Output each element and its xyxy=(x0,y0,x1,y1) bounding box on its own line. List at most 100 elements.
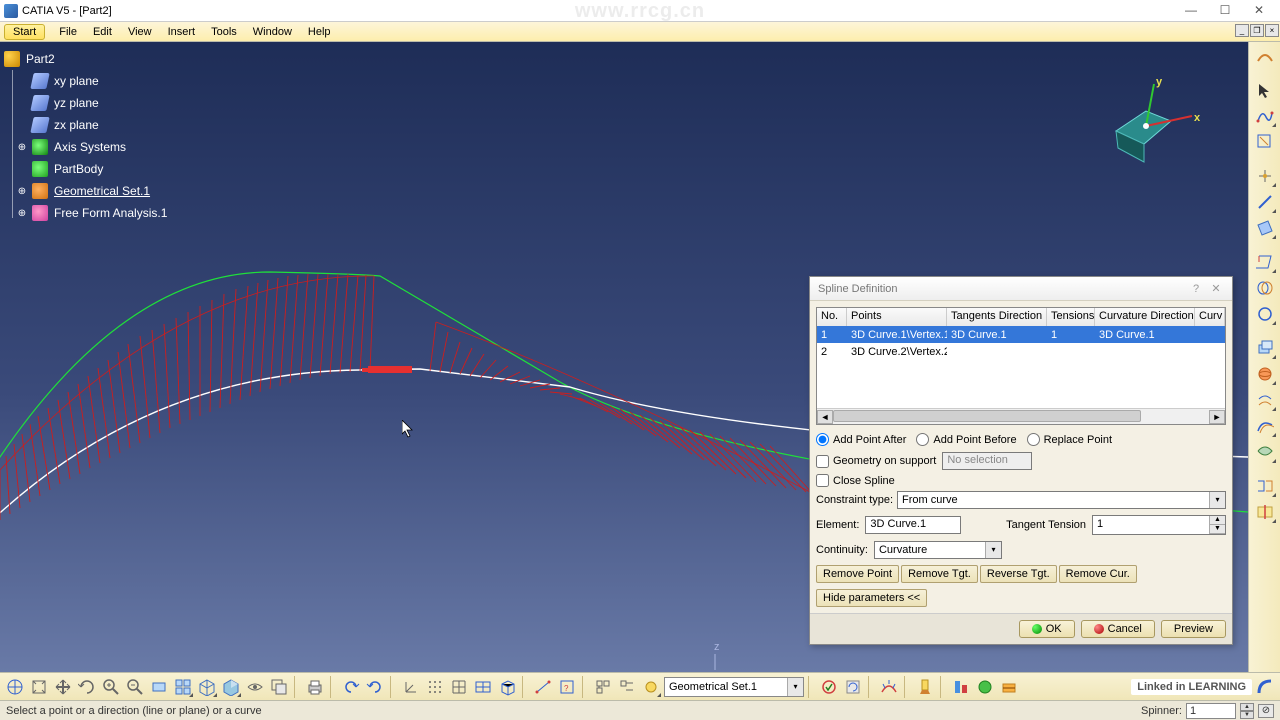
expand-icon[interactable]: ⊕ xyxy=(16,186,28,197)
shading-icon[interactable] xyxy=(220,676,242,698)
menu-tools[interactable]: Tools xyxy=(203,24,245,40)
sketch-tool-icon[interactable] xyxy=(1253,130,1277,154)
tree-expand-icon[interactable] xyxy=(592,676,614,698)
zoom-out-icon[interactable] xyxy=(124,676,146,698)
ok-button[interactable]: OK xyxy=(1019,620,1075,638)
mdi-close[interactable]: × xyxy=(1265,24,1279,37)
horizontal-scrollbar[interactable]: ◄ ► xyxy=(817,408,1225,424)
spin-down-icon[interactable]: ▼ xyxy=(1210,525,1225,534)
points-listbox[interactable]: No. Points Tangents Direction Tensions C… xyxy=(816,307,1226,425)
hide-show-icon[interactable] xyxy=(244,676,266,698)
geometry-on-support-checkbox[interactable]: Geometry on support xyxy=(816,455,936,468)
spin-up-icon[interactable]: ▲ xyxy=(1210,516,1225,525)
start-menu[interactable]: Start xyxy=(4,24,45,40)
analysis3-icon[interactable] xyxy=(998,676,1020,698)
swap-visible-icon[interactable] xyxy=(268,676,290,698)
close-spline-checkbox[interactable]: Close Spline xyxy=(816,474,895,487)
support-field[interactable]: No selection xyxy=(942,452,1032,470)
remove-point-button[interactable]: Remove Point xyxy=(816,565,899,583)
list-row[interactable]: 2 3D Curve.2\Vertex.2 xyxy=(817,343,1225,360)
analysis1-icon[interactable] xyxy=(950,676,972,698)
stop-icon[interactable]: ⊘ xyxy=(1258,704,1274,718)
list-row[interactable]: 1 3D Curve.1\Vertex.1 3D Curve.1 1 3D Cu… xyxy=(817,326,1225,343)
redo-icon[interactable] xyxy=(364,676,386,698)
axis-icon[interactable] xyxy=(400,676,422,698)
spin-down-icon[interactable]: ▼ xyxy=(1240,711,1254,719)
chevron-down-icon[interactable]: ▾ xyxy=(1209,492,1225,508)
measure-between-icon[interactable] xyxy=(532,676,554,698)
fill-tool-icon[interactable] xyxy=(1253,440,1277,464)
remove-tgt-button[interactable]: Remove Tgt. xyxy=(901,565,978,583)
mdi-restore[interactable]: ❐ xyxy=(1250,24,1264,37)
iso-view-icon[interactable] xyxy=(196,676,218,698)
spline-tool-icon[interactable] xyxy=(1253,104,1277,128)
tree-item[interactable]: ⊕ Geometrical Set.1 xyxy=(4,180,169,202)
dialog-titlebar[interactable]: Spline Definition ? ✕ xyxy=(810,277,1232,301)
hide-parameters-button[interactable]: Hide parameters << xyxy=(816,589,927,607)
analysis2-icon[interactable] xyxy=(974,676,996,698)
spin-up-icon[interactable]: ▲ xyxy=(1240,703,1254,711)
update-icon[interactable] xyxy=(818,676,840,698)
cancel-button[interactable]: Cancel xyxy=(1081,620,1155,638)
tangent-tension-spinner[interactable]: 1 ▲▼ xyxy=(1092,515,1226,535)
menu-help[interactable]: Help xyxy=(300,24,339,40)
tree-item[interactable]: yz plane xyxy=(4,92,169,114)
select-arrow-icon[interactable] xyxy=(1253,78,1277,102)
zoom-in-icon[interactable] xyxy=(100,676,122,698)
expand-icon[interactable]: ⊕ xyxy=(16,208,28,219)
menu-window[interactable]: Window xyxy=(245,24,300,40)
minimize-button[interactable]: — xyxy=(1174,1,1208,21)
menu-edit[interactable]: Edit xyxy=(85,24,120,40)
scroll-thumb[interactable] xyxy=(833,410,1141,422)
manual-update-icon[interactable] xyxy=(842,676,864,698)
continuity-combo[interactable]: Curvature▾ xyxy=(874,541,1002,559)
close-button[interactable]: ✕ xyxy=(1242,1,1276,21)
fit-all-icon[interactable] xyxy=(28,676,50,698)
split-tool-icon[interactable] xyxy=(1253,500,1277,524)
add-point-after-radio[interactable]: Add Point After xyxy=(816,433,906,446)
extrude-tool-icon[interactable] xyxy=(1253,336,1277,360)
project-tool-icon[interactable] xyxy=(1253,250,1277,274)
chevron-down-icon[interactable]: ▾ xyxy=(985,542,1001,558)
chevron-down-icon[interactable]: ▾ xyxy=(787,678,803,696)
maximize-button[interactable]: ☐ xyxy=(1208,1,1242,21)
undo-icon[interactable] xyxy=(340,676,362,698)
multi-view-icon[interactable] xyxy=(172,676,194,698)
dialog-close-icon[interactable]: ✕ xyxy=(1208,282,1224,295)
expand-icon[interactable]: ⊕ xyxy=(16,142,28,153)
sweep-tool-icon[interactable] xyxy=(1253,414,1277,438)
axis-gizmo[interactable]: y x xyxy=(1076,76,1196,196)
tree-item[interactable]: zx plane xyxy=(4,114,169,136)
grid-icon[interactable] xyxy=(448,676,470,698)
measure-item-icon[interactable]: ? xyxy=(556,676,578,698)
compass-icon[interactable] xyxy=(4,676,26,698)
curve-analysis-icon[interactable] xyxy=(878,676,900,698)
print-icon[interactable] xyxy=(304,676,326,698)
reverse-tgt-button[interactable]: Reverse Tgt. xyxy=(980,565,1057,583)
plane-tool-icon[interactable] xyxy=(1253,216,1277,240)
add-point-before-radio[interactable]: Add Point Before xyxy=(916,433,1016,446)
offset-tool-icon[interactable] xyxy=(1253,388,1277,412)
constraint-type-combo[interactable]: From curve▾ xyxy=(897,491,1226,509)
workbench-icon[interactable] xyxy=(1253,44,1277,68)
preview-button[interactable]: Preview xyxy=(1161,620,1226,638)
box-icon[interactable] xyxy=(496,676,518,698)
tree-item[interactable]: PartBody xyxy=(4,158,169,180)
mdi-min[interactable]: _ xyxy=(1235,24,1249,37)
dialog-help-icon[interactable]: ? xyxy=(1188,283,1204,295)
insert-body-icon[interactable] xyxy=(640,676,662,698)
grid-points-icon[interactable] xyxy=(424,676,446,698)
menu-insert[interactable]: Insert xyxy=(160,24,204,40)
scroll-right-icon[interactable]: ► xyxy=(1209,410,1225,424)
line-tool-icon[interactable] xyxy=(1253,190,1277,214)
working-object-combo[interactable]: Geometrical Set.1▾ xyxy=(664,677,804,697)
intersect-tool-icon[interactable] xyxy=(1253,276,1277,300)
sphere-tool-icon[interactable] xyxy=(1253,362,1277,386)
scroll-left-icon[interactable]: ◄ xyxy=(817,410,833,424)
wireframe-icon[interactable] xyxy=(472,676,494,698)
tree-root[interactable]: Part2 xyxy=(4,48,169,70)
rotate-icon[interactable] xyxy=(76,676,98,698)
element-field[interactable]: 3D Curve.1 xyxy=(865,516,961,534)
replace-point-radio[interactable]: Replace Point xyxy=(1027,433,1113,446)
tree-collapse-icon[interactable] xyxy=(616,676,638,698)
